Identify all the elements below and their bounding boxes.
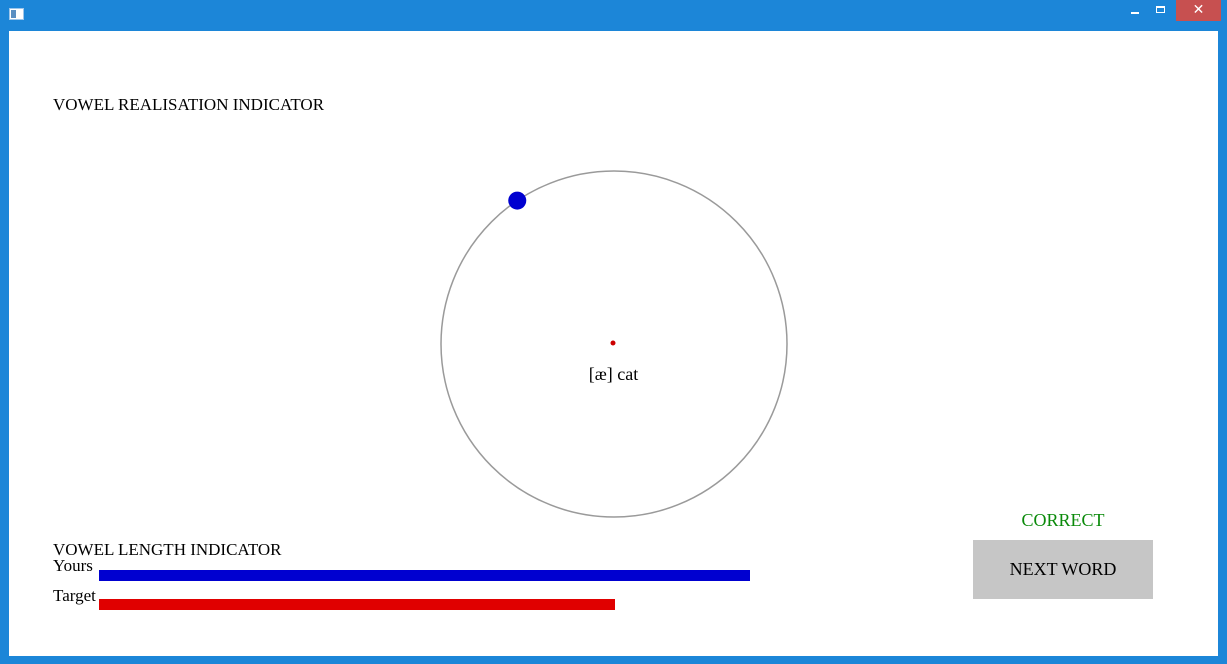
target-vowel-label: [æ] cat — [588, 364, 639, 384]
maximize-button[interactable] — [1150, 0, 1172, 21]
main-panel: VOWEL REALISATION INDICATOR [æ] cat VOWE… — [9, 31, 1218, 656]
target-length-bar — [99, 599, 615, 610]
window-titlebar[interactable]: ✕ — [0, 0, 1227, 30]
minimize-icon — [1131, 12, 1139, 14]
app-window-icon[interactable] — [9, 8, 24, 20]
target-label: Target — [53, 586, 96, 605]
yours-length-bar — [99, 570, 751, 581]
yours-label: Yours — [53, 556, 93, 575]
your-vowel-marker — [508, 191, 527, 210]
next-word-button[interactable]: NEXT WORD — [973, 540, 1153, 599]
minimize-button[interactable] — [1124, 0, 1146, 21]
maximize-icon — [1156, 6, 1165, 13]
target-vowel-point — [610, 340, 616, 346]
close-button[interactable]: ✕ — [1176, 0, 1221, 21]
close-icon: ✕ — [1192, 2, 1205, 18]
result-status: CORRECT — [1021, 510, 1105, 530]
